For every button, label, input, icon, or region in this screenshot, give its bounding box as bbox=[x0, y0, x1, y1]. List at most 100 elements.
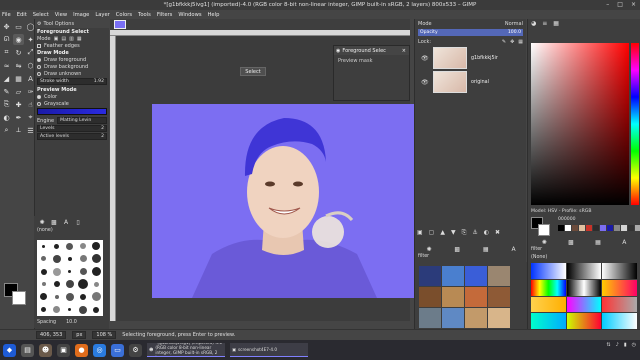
lock-alpha-icon[interactable]: ▦ bbox=[518, 39, 523, 45]
layer-row[interactable]: 👁 original bbox=[415, 70, 526, 94]
draw-foreground-option[interactable]: Draw foreground bbox=[35, 56, 109, 63]
brush-grid[interactable] bbox=[37, 240, 103, 316]
crop-tool-icon[interactable]: ⌗ bbox=[1, 47, 12, 58]
color-selector-square[interactable] bbox=[531, 43, 629, 205]
menu-windows[interactable]: Windows bbox=[178, 12, 201, 18]
taskbar-window-gimp[interactable]: ☻ *[g1bfkkkj5ivg1] (imported)-4.0 (RGB c… bbox=[147, 343, 225, 357]
gradient-mini-icon[interactable]: ▦ bbox=[595, 239, 601, 246]
measure-tool-icon[interactable]: ⟂ bbox=[13, 125, 24, 136]
rotate-tool-icon[interactable]: ↻ bbox=[13, 47, 24, 58]
palette-icon[interactable]: ▦ bbox=[553, 20, 559, 27]
paths-tool-icon[interactable]: ✒ bbox=[13, 112, 24, 123]
menu-file[interactable]: File bbox=[2, 12, 11, 18]
mode-intersect-icon[interactable]: ▦ bbox=[77, 36, 82, 42]
fonts-panel-icon[interactable]: A bbox=[511, 246, 515, 253]
image-tab-thumbnail[interactable] bbox=[114, 20, 126, 29]
layer-row[interactable]: 👁 g1bfkkkj5ir bbox=[415, 46, 526, 70]
hex-input[interactable]: 000000 bbox=[558, 217, 576, 222]
heal-tool-icon[interactable]: ✚ bbox=[13, 99, 24, 110]
pattern-mini-icon[interactable]: ▩ bbox=[568, 239, 574, 246]
clone-tool-icon[interactable]: ⎘ bbox=[1, 99, 12, 110]
stroke-width-slider[interactable]: Stroke width 1.92 bbox=[37, 78, 107, 85]
feather-checkbox[interactable] bbox=[37, 43, 41, 48]
gimp-app-icon[interactable]: ☻ bbox=[39, 343, 52, 357]
gradients-panel-icon[interactable]: ▦ bbox=[483, 246, 489, 253]
active-levels-slider[interactable]: Active levels 2 bbox=[37, 133, 107, 140]
preview-grayscale-radio[interactable] bbox=[37, 101, 41, 106]
preview-color-option[interactable]: Color bbox=[35, 93, 109, 100]
lower-layer-icon[interactable]: ▼ bbox=[451, 229, 456, 237]
menu-help[interactable]: Help bbox=[208, 12, 220, 18]
firefox-app-icon[interactable]: ● bbox=[75, 343, 88, 357]
colors-filter[interactable]: filter bbox=[531, 247, 542, 252]
menu-tools[interactable]: Tools bbox=[138, 12, 151, 18]
tool-options-tab[interactable]: ⚙ Tool Options bbox=[35, 19, 109, 28]
menu-view[interactable]: View bbox=[55, 12, 67, 18]
feather-row[interactable]: Feather edges bbox=[35, 42, 109, 49]
color-wheel-icon[interactable]: ◕ bbox=[531, 20, 536, 27]
eye-icon[interactable]: 👁 bbox=[421, 79, 429, 86]
draw-unknown-option[interactable]: Draw unknown bbox=[35, 70, 109, 77]
new-group-icon[interactable]: ▢ bbox=[429, 229, 435, 237]
fonts-tab-icon[interactable]: A bbox=[62, 218, 70, 226]
patterns-filter[interactable]: filter bbox=[418, 254, 429, 259]
mode-replace-icon[interactable]: ▣ bbox=[54, 36, 59, 42]
terminal-app-icon[interactable]: ▣ bbox=[57, 343, 70, 357]
mask-layer-icon[interactable]: ◐ bbox=[484, 229, 489, 237]
warp-tool-icon[interactable]: ≈ bbox=[1, 60, 12, 71]
delete-layer-icon[interactable]: ✖ bbox=[495, 229, 500, 237]
patterns-tab-icon[interactable]: ▩ bbox=[50, 218, 58, 226]
settings-app-icon[interactable]: ⚙ bbox=[129, 343, 142, 357]
color-history[interactable] bbox=[558, 225, 640, 231]
menu-colors[interactable]: Colors bbox=[116, 12, 132, 18]
free-select-icon[interactable]: ᘏ bbox=[1, 34, 12, 45]
preview-grayscale-option[interactable]: Grayscale bbox=[35, 100, 109, 107]
draw-background-option[interactable]: Draw background bbox=[35, 63, 109, 70]
files-app-icon[interactable]: ▤ bbox=[21, 343, 34, 357]
document-tab-icon[interactable]: ▯ bbox=[74, 218, 82, 226]
mode-subtract-icon[interactable]: ▥ bbox=[69, 36, 74, 42]
brush-filter[interactable]: (none) bbox=[34, 228, 109, 233]
mode-add-icon[interactable]: ▤ bbox=[61, 36, 66, 42]
start-menu-icon[interactable]: ◆ bbox=[3, 343, 16, 357]
new-layer-icon[interactable]: ▣ bbox=[417, 229, 423, 237]
move-tool-icon[interactable]: ✥ bbox=[1, 21, 12, 32]
raise-layer-icon[interactable]: ▲ bbox=[440, 229, 445, 237]
brushes-panel-icon[interactable]: ✺ bbox=[426, 246, 431, 253]
fg-bg-mini[interactable] bbox=[531, 217, 553, 237]
fg-dialog-close-icon[interactable]: × bbox=[402, 48, 409, 54]
rect-select-icon[interactable]: ▭ bbox=[13, 21, 24, 32]
fg-bg-colors[interactable] bbox=[4, 283, 30, 307]
network-icon[interactable]: ⇅ bbox=[606, 342, 610, 348]
levels-slider[interactable]: Levels 2 bbox=[37, 125, 107, 132]
image-canvas[interactable] bbox=[152, 104, 414, 298]
background-color-swatch[interactable] bbox=[12, 291, 26, 305]
eraser-icon[interactable]: ▱ bbox=[13, 86, 24, 97]
draw-foreground-radio[interactable] bbox=[37, 57, 41, 62]
taskbar-window-screenshot[interactable]: ▣ screenshot4E7-4.0 bbox=[230, 343, 308, 357]
unit-select[interactable]: px bbox=[72, 331, 87, 339]
engine-select[interactable]: Matting Levin bbox=[57, 117, 107, 124]
opacity-slider[interactable]: Opacity 100.0 bbox=[418, 29, 523, 36]
battery-icon[interactable]: ▮ bbox=[624, 342, 627, 348]
folder-app-icon[interactable]: ▭ bbox=[111, 343, 124, 357]
menu-image[interactable]: Image bbox=[73, 12, 89, 18]
close-button[interactable]: × bbox=[631, 1, 636, 8]
menu-edit[interactable]: Edit bbox=[17, 12, 27, 18]
paintbrush-icon[interactable]: ✎ bbox=[1, 86, 12, 97]
brushes-tab-icon[interactable]: ✺ bbox=[38, 218, 46, 226]
pattern-grid[interactable] bbox=[419, 266, 510, 328]
preview-color-button[interactable] bbox=[37, 108, 107, 115]
menu-layer[interactable]: Layer bbox=[95, 12, 109, 18]
spacing-row[interactable]: Spacing 10.0 bbox=[37, 320, 77, 325]
draw-background-radio[interactable] bbox=[37, 64, 41, 69]
maximize-button[interactable]: □ bbox=[617, 1, 623, 8]
patterns-panel-icon[interactable]: ▩ bbox=[454, 246, 460, 253]
lock-position-icon[interactable]: ✥ bbox=[510, 39, 514, 45]
eye-icon[interactable]: 👁 bbox=[421, 55, 429, 62]
dodge-burn-icon[interactable]: ◐ bbox=[1, 112, 12, 123]
chrome-app-icon[interactable]: ◎ bbox=[93, 343, 106, 357]
scales-icon[interactable]: ≡ bbox=[542, 20, 547, 27]
anchor-layer-icon[interactable]: ⚓ bbox=[472, 229, 477, 237]
draw-unknown-radio[interactable] bbox=[37, 71, 41, 76]
